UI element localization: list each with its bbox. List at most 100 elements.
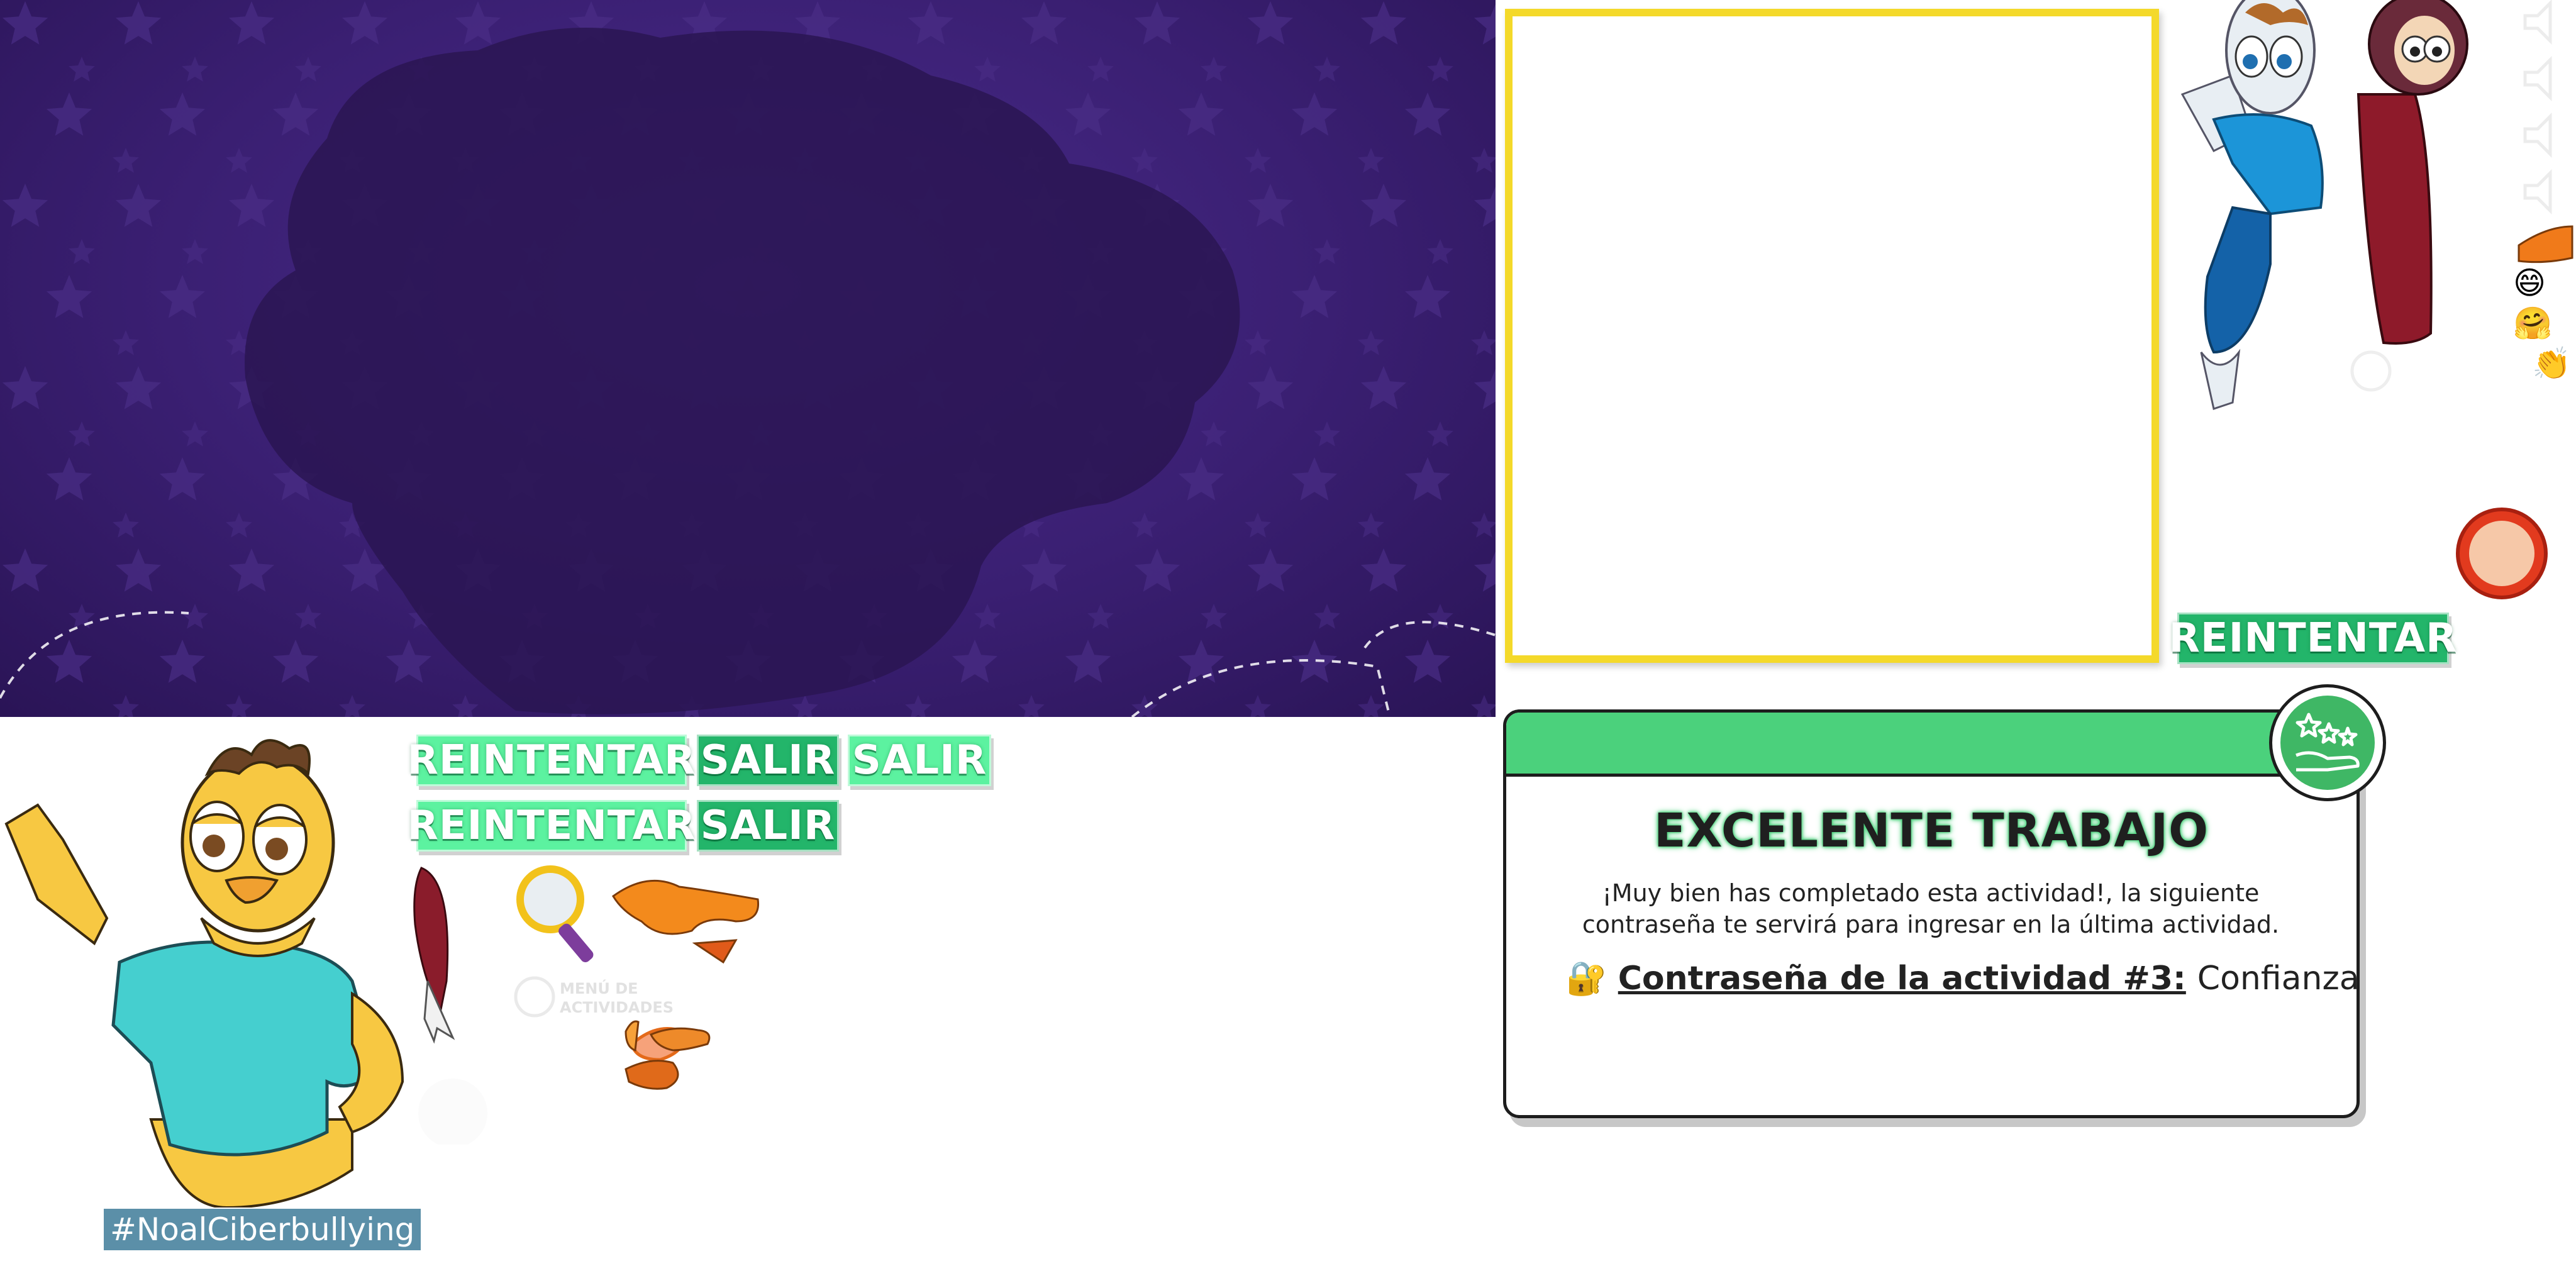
star-icon [1474,4,1496,45]
star-icon [1360,184,1407,227]
red-circle-button [2456,508,2548,599]
retry-button-right[interactable]: REINTENTAR [2169,613,2457,664]
star-icon [1178,457,1224,501]
star-icon [228,184,275,227]
speaker-ghost-icons [2523,0,2552,215]
password-row: 🔐 Contraseña de la actividad #3: Confian… [1566,959,2360,998]
star-icon [159,92,206,136]
small-star-icon [974,57,1001,82]
star-icon [1134,548,1180,592]
star-icon [1021,1,1067,45]
star-icon [228,548,275,592]
star-icon [1360,366,1407,409]
emoji-column: 😄 🤗 👏 [2513,263,2571,384]
star-icon [2,366,48,409]
star-icon [1404,92,1451,136]
star-icon [1291,457,1338,501]
star-icon [159,457,206,501]
small-star-icon [226,513,252,538]
password-label: Contraseña de la actividad #3: [1618,959,2186,997]
small-star-icon [113,513,139,538]
star-icon [1247,366,1294,409]
small-star-icon [1245,330,1271,355]
star-icon [2,1,48,45]
star-icon [1247,548,1294,592]
small-star-icon [69,57,95,82]
small-star-icon [339,695,365,717]
small-star-icon [1314,239,1340,264]
sprite-items: MENÚ DE ACTIVIDADES [413,865,760,1145]
small-star-icon [113,695,139,717]
star-icon [2,184,48,227]
star-icon [159,275,206,318]
magnifier-icon [516,865,594,962]
small-star-icon [182,421,208,447]
star-icon [46,457,92,501]
white-bird-character [2180,0,2324,410]
hug-emoji-icon[interactable]: 🤗 [2513,303,2571,343]
star-icon [1021,548,1067,592]
small-star-icon [1131,513,1158,538]
star-icon [46,92,92,136]
clap-emoji-icon[interactable]: 👏 [2532,343,2571,384]
small-star-icon [1018,695,1045,717]
laugh-emoji-icon[interactable]: 😄 [2513,263,2571,303]
exit-button[interactable]: SALIR [697,735,839,786]
star-icon [115,1,162,45]
star-icon [1178,640,1224,683]
small-star-icon [226,148,252,173]
orange-piece-icon [2518,225,2573,264]
star-icon [272,92,319,136]
small-star-icon [1358,330,1384,355]
small-star-icon [1201,421,1227,447]
small-star-icon [113,330,139,355]
star-icon [1291,92,1338,136]
dashed-curve [0,611,189,699]
blank-yellow-card [1505,9,2159,663]
modal-message-line-1: ¡Muy bien has completado esta actividad!… [1602,879,2260,907]
small-star-icon [1087,604,1114,629]
small-star-icon [1427,239,1453,264]
star-icon [1474,186,1496,227]
small-star-icon [182,239,208,264]
star-icon [1291,275,1338,318]
star-icon [2,548,48,592]
bird-character [4,739,404,1208]
star-icon [908,1,954,45]
star-icon [1134,1,1180,45]
girl-character [2357,0,2468,345]
small-star-icon [295,604,321,629]
star-icon [1247,184,1294,227]
modal-message: ¡Muy bien has completado esta actividad!… [1522,877,2340,940]
small-star-icon [182,604,208,629]
star-icon [228,1,275,45]
exit-button-2[interactable]: SALIR [697,800,839,852]
modal-message-line-2: contraseña te servirá para ingresar en l… [1582,911,2280,938]
small-star-icon [1427,604,1453,629]
small-star-icon [452,695,479,717]
star-icon [1360,548,1407,592]
exit-button-light[interactable]: SALIR [848,735,991,786]
star-icon [1404,640,1451,683]
star-icon [1404,457,1451,501]
small-star-icon [69,239,95,264]
stars-hand-badge [2269,684,2386,801]
star-icon [1247,1,1294,45]
small-star-icon [1471,330,1496,355]
small-star-icon [1314,421,1340,447]
small-star-icon [1201,604,1227,629]
retry-button-2[interactable]: REINTENTAR [408,800,695,852]
small-star-icon [1358,695,1384,717]
feather-icon [413,867,455,1044]
star-icon [115,184,162,227]
small-star-icon [226,695,252,717]
small-star-icon [792,695,818,717]
dashed-curve [1363,621,1496,649]
star-icon [272,640,319,683]
small-star-icon [1358,513,1384,538]
modal-header-bar [1506,713,2357,777]
retry-button[interactable]: REINTENTAR [408,735,695,786]
star-background-panel [0,0,1496,717]
password-value: Confianza [2197,959,2360,997]
star-icon [1291,640,1338,683]
